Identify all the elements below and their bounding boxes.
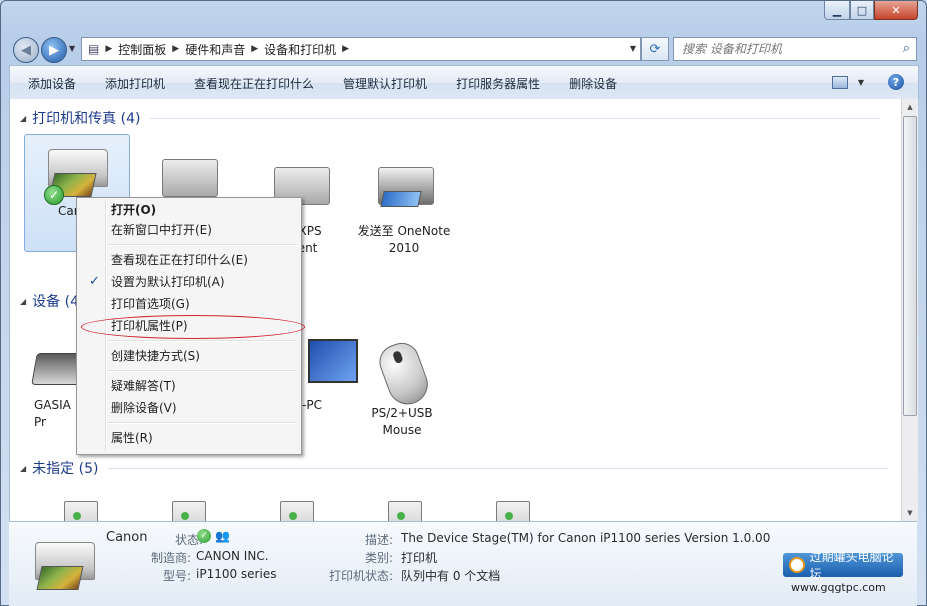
breadcrumb-control-panel[interactable]: 控制面板: [118, 41, 166, 58]
group-header-unspecified[interactable]: ◢ 未指定 (5): [10, 458, 889, 478]
watermark-url: www.gqgtpc.com: [791, 581, 886, 594]
highlight-ellipse: [81, 315, 305, 339]
generic-device-icon: [368, 495, 440, 521]
menu-create-shortcut[interactable]: 创建快捷方式(S): [79, 346, 299, 366]
chevron-right-icon[interactable]: ▶: [172, 44, 179, 54]
device-mouse[interactable]: PS/2+USB Mouse: [350, 338, 454, 439]
search-icon[interactable]: ⌕: [903, 41, 910, 56]
detail-manufacturer: CANON INC.: [196, 549, 269, 563]
forward-button[interactable]: ▶: [41, 37, 67, 63]
printer-onenote[interactable]: 发送至 OneNote 2010: [352, 157, 456, 257]
details-pane: Canon 状态: ✓ 👥 制造商: CANON INC. 型号: iP1100 …: [9, 521, 917, 606]
group-header-printers[interactable]: ◢ 打印机和传真 (4): [10, 108, 881, 128]
menu-open-new-window[interactable]: 在新窗口中打开(E): [79, 220, 299, 240]
address-bar[interactable]: ▤ ▶ 控制面板 ▶ 硬件和声音 ▶ 设备和打印机 ▶ ▼: [81, 37, 641, 61]
address-dropdown-icon[interactable]: ▼: [630, 44, 636, 53]
manage-default-printers-button[interactable]: 管理默认打印机: [343, 75, 427, 92]
vertical-scrollbar[interactable]: ▲ ▼: [901, 99, 918, 521]
menu-printing-preferences[interactable]: 打印首选项(G): [79, 294, 299, 314]
scroll-up-icon[interactable]: ▲: [902, 99, 918, 115]
unspecified-device[interactable]: [136, 495, 240, 521]
detail-description: The Device Stage(TM) for Canon iP1100 se…: [401, 531, 771, 545]
mouse-icon: [366, 338, 438, 410]
menu-open[interactable]: 打开(O): [79, 200, 299, 220]
refresh-icon: ⟳: [649, 41, 661, 57]
menu-see-whats-printing[interactable]: 查看现在正在打印什么(E): [79, 250, 299, 270]
detail-printer-status: 队列中有 0 个文档: [401, 569, 501, 583]
arrow-left-icon: ◀: [21, 42, 31, 58]
default-check-icon: ✓: [44, 185, 64, 205]
chevron-right-icon[interactable]: ▶: [342, 44, 349, 54]
forum-watermark: 过期罐头电脑论坛: [783, 550, 903, 581]
chevron-right-icon[interactable]: ▶: [105, 44, 112, 54]
refresh-button[interactable]: ⟳: [641, 37, 669, 61]
unspecified-device[interactable]: [460, 495, 564, 521]
menu-troubleshoot[interactable]: 疑难解答(T): [79, 376, 299, 396]
unspecified-device[interactable]: [28, 495, 132, 521]
command-bar: 添加设备 添加打印机 查看现在正在打印什么 管理默认打印机 打印服务器属性 删除…: [9, 65, 919, 100]
caption-buttons: ▁ □ ✕: [824, 1, 918, 21]
view-dropdown-icon[interactable]: ▼: [858, 78, 864, 87]
menu-remove-device[interactable]: 删除设备(V): [79, 398, 299, 418]
add-printer-button[interactable]: 添加打印机: [105, 75, 165, 92]
control-panel-icon: ▤: [88, 42, 100, 56]
forum-logo-icon: [789, 557, 805, 573]
remove-device-button[interactable]: 删除设备: [569, 75, 617, 92]
printer-icon: [368, 157, 440, 223]
help-icon[interactable]: ?: [888, 74, 904, 90]
back-button[interactable]: ◀: [13, 37, 39, 63]
generic-device-icon: [476, 495, 548, 521]
generic-device-icon: [44, 495, 116, 521]
collapse-triangle-icon[interactable]: ◢: [20, 297, 26, 306]
chevron-right-icon[interactable]: ▶: [251, 44, 258, 54]
maximize-button[interactable]: □: [850, 1, 874, 20]
collapse-triangle-icon[interactable]: ◢: [20, 464, 26, 473]
breadcrumb-devices-printers[interactable]: 设备和打印机: [264, 41, 336, 58]
recent-pages-dropdown[interactable]: ▼: [69, 44, 75, 53]
collapse-triangle-icon[interactable]: ◢: [20, 114, 26, 123]
generic-device-icon: [260, 495, 332, 521]
scroll-thumb[interactable]: [903, 116, 917, 416]
see-whats-printing-button[interactable]: 查看现在正在打印什么: [194, 75, 314, 92]
explorer-window: ▁ □ ✕ ◀ ▶ ▼ ▤ ▶ 控制面板 ▶ 硬件和声音 ▶ 设备和打印机 ▶ …: [0, 0, 927, 606]
detail-category: 打印机: [401, 551, 438, 565]
search-input[interactable]: [680, 41, 894, 57]
search-box[interactable]: ⌕: [673, 37, 917, 61]
checkmark-icon: ✓: [89, 274, 100, 289]
status-ok-icon: ✓: [197, 528, 211, 543]
unspecified-device[interactable]: [352, 495, 456, 521]
status-icons: ✓ 👥: [197, 528, 230, 543]
breadcrumb-hardware-sound[interactable]: 硬件和声音: [185, 41, 245, 58]
scroll-down-icon[interactable]: ▼: [902, 505, 918, 521]
users-icon: 👥: [215, 528, 230, 543]
group-header-devices[interactable]: ◢ 设备 (4: [10, 291, 79, 311]
detail-model: iP1100 series: [196, 567, 277, 581]
close-button[interactable]: ✕: [874, 1, 918, 20]
menu-properties[interactable]: 属性(R): [79, 428, 299, 448]
generic-device-icon: [152, 495, 224, 521]
change-view-icon[interactable]: [831, 75, 848, 89]
minimize-button[interactable]: ▁: [824, 1, 850, 20]
menu-set-default-printer[interactable]: ✓ 设置为默认打印机(A): [79, 272, 299, 292]
printer-icon: ✓: [40, 137, 112, 205]
add-device-button[interactable]: 添加设备: [28, 75, 76, 92]
arrow-right-icon: ▶: [49, 42, 59, 58]
print-server-properties-button[interactable]: 打印服务器属性: [456, 75, 540, 92]
unspecified-device[interactable]: [244, 495, 348, 521]
printer-icon: [27, 530, 99, 596]
